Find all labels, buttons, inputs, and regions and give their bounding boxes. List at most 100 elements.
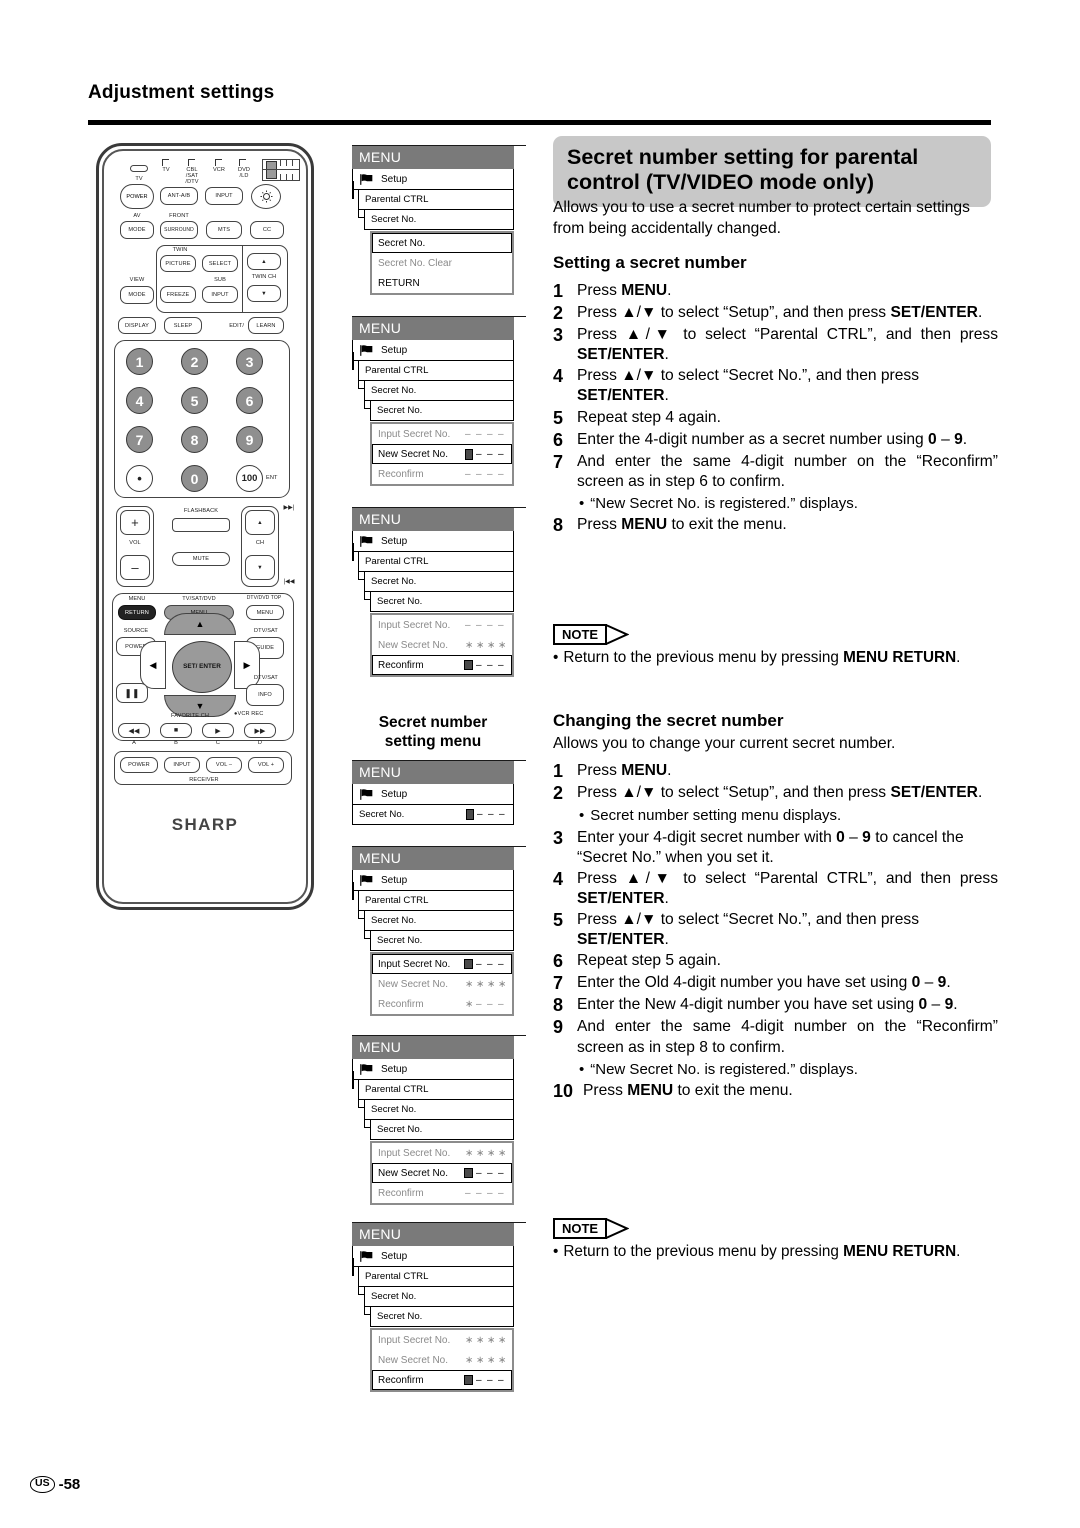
- sub-input-button[interactable]: INPUT: [202, 286, 238, 303]
- display-button[interactable]: DISPLAY: [118, 317, 156, 334]
- subrow-return[interactable]: RETURN: [372, 273, 512, 293]
- key-100[interactable]: 100: [236, 465, 263, 492]
- osd-parental-row[interactable]: Parental CTRL: [352, 543, 514, 572]
- view-mode-button[interactable]: MODE: [120, 286, 154, 304]
- osd-secret-row[interactable]: Secret No.: [358, 202, 514, 230]
- cc-button[interactable]: CC: [250, 221, 284, 239]
- osd-parental-row[interactable]: Parental CTRL: [352, 1071, 514, 1100]
- dpad-left-button[interactable]: ◀: [140, 641, 166, 689]
- osd-secret-row-2[interactable]: Secret No.: [364, 584, 514, 612]
- av-label: AV: [133, 213, 141, 219]
- subrow-secret-no-clear[interactable]: Secret No. Clear: [372, 253, 512, 273]
- info-button[interactable]: INFO: [246, 684, 284, 706]
- osd-parental-row[interactable]: Parental CTRL: [352, 181, 514, 210]
- key-5[interactable]: 5: [181, 387, 208, 414]
- key-2[interactable]: 2: [181, 348, 208, 375]
- key-8[interactable]: 8: [181, 426, 208, 453]
- rewind-button[interactable]: ◀◀: [118, 723, 150, 738]
- flashback-button[interactable]: [172, 518, 230, 532]
- dpad-up-button[interactable]: ▲: [164, 613, 236, 635]
- key-0[interactable]: 0: [181, 465, 208, 492]
- osd-secret-row[interactable]: Secret No.: [358, 373, 514, 401]
- subrow-input-secret[interactable]: Input Secret No. – – –: [372, 954, 512, 974]
- subrow-new-secret[interactable]: New Secret No. ∗ ∗ ∗ ∗: [372, 974, 512, 994]
- osd-setup-row[interactable]: Setup: [352, 169, 514, 190]
- pause-button[interactable]: ❚❚: [116, 683, 148, 703]
- twin-ch-up-button[interactable]: ▲: [247, 253, 281, 270]
- av-mode-button[interactable]: MODE: [120, 221, 154, 239]
- osd-setup-row[interactable]: Setup: [352, 784, 514, 805]
- subrow-reconfirm[interactable]: Reconfirm – – –: [372, 1370, 512, 1390]
- cursor-block: [465, 448, 473, 460]
- freeze-button[interactable]: FREEZE: [160, 286, 196, 303]
- key-7[interactable]: 7: [126, 426, 153, 453]
- subrow-input-secret[interactable]: Input Secret No. – – – –: [372, 424, 512, 444]
- subrow-reconfirm[interactable]: Reconfirm – – – –: [372, 464, 512, 484]
- ch-down-button[interactable]: ▼: [245, 555, 275, 580]
- subrow-reconfirm[interactable]: Reconfirm ∗ – – –: [372, 994, 512, 1014]
- dpad-right-button[interactable]: ▶: [234, 641, 260, 689]
- subrow-new-secret[interactable]: New Secret No. ∗ ∗ ∗ ∗: [372, 635, 512, 655]
- receiver-power-button[interactable]: POWER: [120, 757, 158, 773]
- vol-up-button[interactable]: +: [120, 510, 150, 535]
- osd-secret-row-2[interactable]: Secret No.: [364, 1299, 514, 1327]
- mute-button[interactable]: MUTE: [172, 552, 230, 566]
- subrow-reconfirm[interactable]: Reconfirm – – –: [372, 655, 512, 675]
- osd-setup-row[interactable]: Setup: [352, 340, 514, 361]
- osd-setup-row[interactable]: Setup: [352, 531, 514, 552]
- mts-button[interactable]: MTS: [206, 221, 242, 239]
- bullet-dot: •: [579, 807, 585, 825]
- osd-secret-row[interactable]: Secret No.: [358, 1092, 514, 1120]
- select-button[interactable]: SELECT: [202, 255, 238, 272]
- key-9[interactable]: 9: [236, 426, 263, 453]
- key-4[interactable]: 4: [126, 387, 153, 414]
- vol-down-button[interactable]: –: [120, 555, 150, 580]
- subrow-new-secret[interactable]: New Secret No. – – –: [372, 1163, 512, 1183]
- osd-parental-row[interactable]: Parental CTRL: [352, 1258, 514, 1287]
- key-6[interactable]: 6: [236, 387, 263, 414]
- osd-secret-row-2[interactable]: Secret No.: [364, 393, 514, 421]
- twin-ch-down-button[interactable]: ▼: [247, 285, 281, 302]
- receiver-vol-up-button[interactable]: VOL +: [248, 757, 284, 773]
- osd-secret-row-2[interactable]: Secret No.: [364, 923, 514, 951]
- input-secret-digits: – – – –: [465, 428, 507, 440]
- key-1[interactable]: 1: [126, 348, 153, 375]
- play-button[interactable]: ▶: [202, 723, 234, 738]
- osd-secret-row[interactable]: Secret No.: [358, 903, 514, 931]
- osd-secret-entry-row[interactable]: Secret No. – – –: [352, 805, 514, 825]
- subrow-secret-no[interactable]: Secret No.: [372, 233, 512, 253]
- stop-button[interactable]: ■: [160, 723, 192, 738]
- subrow-input-secret[interactable]: Input Secret No. ∗ ∗ ∗ ∗: [372, 1143, 512, 1163]
- receiver-vol-down-button[interactable]: VOL –: [206, 757, 242, 773]
- osd-secret-row[interactable]: Secret No.: [358, 564, 514, 592]
- receiver-input-button[interactable]: INPUT: [164, 757, 200, 773]
- light-button[interactable]: [251, 184, 281, 209]
- learn-button[interactable]: LEARN: [248, 317, 284, 334]
- receiver-input-label: INPUT: [173, 762, 191, 768]
- subrow-new-secret[interactable]: New Secret No. – – –: [372, 444, 512, 464]
- subrow-input-secret[interactable]: Input Secret No. ∗ ∗ ∗ ∗: [372, 1330, 512, 1350]
- sleep-button[interactable]: SLEEP: [164, 317, 202, 334]
- ch-up-button[interactable]: ▲: [245, 510, 275, 535]
- key-dot[interactable]: •: [126, 465, 153, 492]
- picture-button[interactable]: PICTURE: [160, 255, 196, 272]
- osd-parental-row[interactable]: Parental CTRL: [352, 352, 514, 381]
- fast-forward-button[interactable]: ▶▶: [244, 723, 276, 738]
- osd-setup-row[interactable]: Setup: [352, 870, 514, 891]
- power-button[interactable]: POWER: [120, 184, 154, 209]
- cursor-block: [464, 1168, 473, 1178]
- osd-setup-row[interactable]: Setup: [352, 1059, 514, 1080]
- subrow-reconfirm[interactable]: Reconfirm – – – –: [372, 1183, 512, 1203]
- osd-secret-row[interactable]: Secret No.: [358, 1279, 514, 1307]
- osd-secret-row-2[interactable]: Secret No.: [364, 1112, 514, 1140]
- surround-button[interactable]: SURROUND: [160, 221, 198, 239]
- ant-ab-button[interactable]: ANT-A/B: [160, 187, 198, 205]
- key-3[interactable]: 3: [236, 348, 263, 375]
- osd-parental-row[interactable]: Parental CTRL: [352, 882, 514, 911]
- input-button[interactable]: INPUT: [205, 187, 243, 205]
- subrow-new-secret[interactable]: New Secret No. ∗ ∗ ∗ ∗: [372, 1350, 512, 1370]
- dpad[interactable]: ▲ ▼ ◀ ▶ SET/ ENTER: [140, 613, 264, 721]
- set-enter-button[interactable]: SET/ ENTER: [172, 641, 232, 693]
- subrow-input-secret[interactable]: Input Secret No. – – – –: [372, 615, 512, 635]
- osd-setup-row[interactable]: Setup: [352, 1246, 514, 1267]
